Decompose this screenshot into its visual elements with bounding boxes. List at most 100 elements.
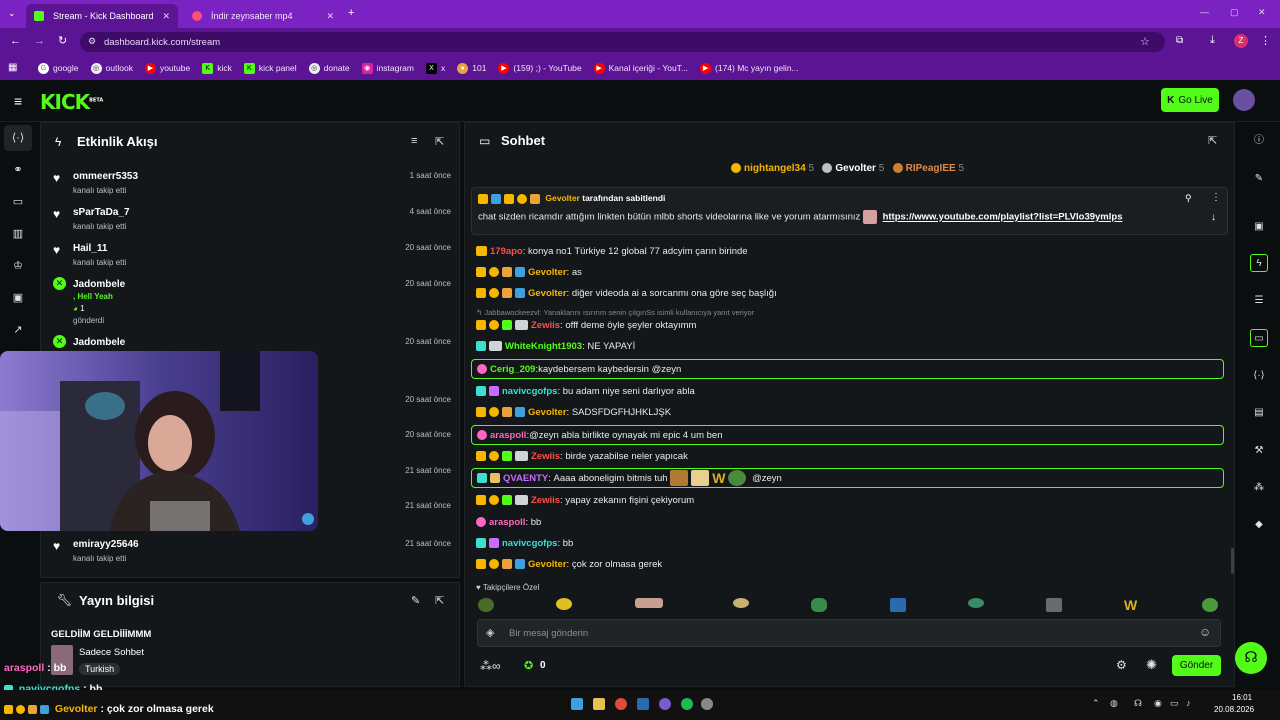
community-icon[interactable]: ⁂∞ (480, 659, 501, 673)
site-info-icon[interactable]: ⚙ (88, 36, 96, 47)
maximize-icon[interactable]: ▢ (1230, 7, 1239, 18)
shield-icon[interactable]: ◈ (486, 626, 494, 639)
badge-icon (489, 538, 499, 549)
bookmark-youtube-174[interactable]: ▶ (174) Mc yayın gelin... (694, 62, 805, 74)
badge-icon (502, 451, 512, 462)
bookmark-youtube[interactable]: ▶ youtube (139, 62, 196, 74)
chat-bubble-icon[interactable]: ▭ (1250, 329, 1268, 347)
minimize-icon[interactable]: — (1200, 7, 1209, 17)
steam-icon[interactable] (637, 698, 649, 710)
info-icon[interactable]: ⓘ (1250, 132, 1268, 150)
send-button[interactable]: Gönder (1172, 655, 1221, 676)
stream-category[interactable]: Sadece Sohbet (79, 647, 144, 658)
tab-kick-dashboard[interactable]: Stream - Kick Dashboard ✕ (26, 4, 178, 28)
reload-icon[interactable]: ↻ (58, 34, 67, 47)
bookmark-donate[interactable]: ◎ donate (303, 62, 356, 74)
edit-icon[interactable]: ✎ (411, 594, 420, 607)
popout-icon[interactable]: ⇱ (1208, 134, 1217, 147)
go-live-button[interactable]: K Go Live (1161, 88, 1219, 112)
bookmark-kick-panel[interactable]: Kkick panel (238, 62, 303, 74)
close-tab-icon[interactable]: ✕ (326, 11, 334, 22)
profile-avatar[interactable]: Z (1234, 34, 1248, 48)
trophy-icon[interactable]: ♔ (10, 258, 26, 274)
chrome-icon[interactable] (615, 698, 627, 710)
browser-window-icon[interactable]: ▭ (10, 194, 26, 210)
pin-icon[interactable]: ⚲ (1185, 193, 1192, 204)
emote-icon[interactable] (733, 598, 749, 608)
gift-icon[interactable]: ✺ (1146, 657, 1157, 673)
filter-icon[interactable]: ≡ (411, 135, 417, 147)
wrench-icon[interactable]: ⚒ (1250, 442, 1268, 460)
expand-icon[interactable]: ↓ (1211, 212, 1216, 223)
video-icon[interactable]: ▣ (10, 290, 26, 306)
video-icon[interactable]: ▣ (1250, 218, 1268, 236)
tray-chevron-icon[interactable]: ⌃ (1092, 698, 1100, 709)
emote-icon[interactable]: W (1124, 598, 1142, 612)
emote-icon[interactable] (478, 598, 494, 612)
popout-icon[interactable]: ⇱ (435, 135, 444, 148)
extensions-icon[interactable]: ⧉ (1176, 35, 1183, 46)
emote-icon[interactable] (635, 598, 663, 608)
bookmark-star-icon[interactable]: ☆ (1140, 35, 1150, 48)
emote-icon[interactable] (1046, 598, 1062, 612)
emoji-icon[interactable]: ☺ (1199, 625, 1211, 639)
chart-icon[interactable]: ↗ (10, 322, 26, 338)
chat-scrollbar[interactable] (1231, 548, 1234, 574)
bookmark-youtube-159[interactable]: ▶ (159) ;) - YouTube (492, 62, 587, 74)
bookmark-instagram[interactable]: ◉ instagram (356, 62, 420, 74)
pinned-message: Gevolter tarafından sabitlendi chat sizd… (471, 187, 1228, 235)
apps-grid-icon[interactable]: ▦ (8, 62, 17, 73)
settings-gear-icon[interactable]: ⚙ (1116, 658, 1127, 672)
bookmark-kanal-icerigi[interactable]: ▶ Kanal içeriği - YouT... (588, 62, 694, 74)
network-icon[interactable]: ▭ (1170, 698, 1179, 709)
discord-tray-icon[interactable]: ◉ (1154, 698, 1162, 709)
download-icon[interactable]: ⤓ (1210, 34, 1215, 47)
popout-icon[interactable]: ⇱ (435, 594, 444, 607)
close-window-icon[interactable]: ✕ (1258, 7, 1266, 18)
close-tab-icon[interactable]: ✕ (162, 11, 170, 22)
start-icon[interactable] (571, 698, 583, 710)
edit-icon[interactable]: ✎ (1250, 170, 1268, 188)
bookmark-101[interactable]: ● 101 (451, 62, 492, 74)
bookmark-x[interactable]: Xx (420, 62, 451, 74)
tab-list-icon[interactable]: ⌄ (8, 8, 16, 19)
forward-icon[interactable]: → (34, 35, 45, 47)
help-icon[interactable]: ☊ (1235, 642, 1267, 674)
hamburger-menu-icon[interactable]: ≡ (14, 93, 22, 109)
tab-indir[interactable]: İndir zeynsaber mp4 ✕ (184, 4, 342, 28)
back-icon[interactable]: ← (10, 35, 21, 47)
bookmark-google[interactable]: Ggoogle (32, 62, 85, 74)
file-explorer-icon[interactable] (593, 698, 605, 710)
badge-icon (478, 193, 488, 204)
kick-logo[interactable]: KICKBETA (40, 90, 103, 114)
broadcast-icon[interactable]: ⟨·⟩ (1250, 367, 1268, 385)
new-tab-icon[interactable]: + (348, 7, 354, 19)
pinned-link[interactable]: https://www.youtube.com/playlist?list=PL… (883, 212, 1123, 223)
app-icon[interactable] (701, 698, 713, 710)
broadcast-icon[interactable]: ⟨·⟩ (10, 130, 26, 146)
spotify-icon[interactable] (681, 698, 693, 710)
bookmark-outlook[interactable]: ◎ outlook (85, 62, 139, 74)
address-bar[interactable]: ⚙ dashboard.kick.com/stream ☆ (80, 32, 1165, 52)
printer-icon[interactable]: ▤ (1250, 404, 1268, 422)
steam-tray-icon[interactable]: ◍ (1110, 698, 1118, 709)
discord-icon[interactable] (659, 698, 671, 710)
bookmark-kick[interactable]: Kkick (196, 62, 238, 74)
emote-icon[interactable] (890, 598, 906, 612)
user-avatar[interactable] (1233, 89, 1255, 111)
chat-input[interactable]: ◈ Bir mesaj gönderin ☺ (477, 619, 1221, 647)
more-options-icon[interactable]: ⋮ (1211, 192, 1221, 203)
emote-icon[interactable] (968, 598, 984, 608)
link-icon[interactable]: ⚭ (10, 162, 26, 178)
ticket-icon[interactable]: ◆ (1250, 516, 1268, 534)
menu-dots-icon[interactable]: ⋮ (1260, 34, 1271, 47)
community-icon[interactable]: ⁂ (1250, 479, 1268, 497)
lightning-icon[interactable]: ϟ (1250, 254, 1268, 272)
emote-icon[interactable] (1202, 598, 1218, 612)
volume-icon[interactable]: ♪ (1186, 698, 1191, 708)
analytics-icon[interactable]: ▥ (10, 226, 26, 242)
list-icon[interactable]: ☰ (1250, 292, 1268, 310)
headset-icon[interactable]: ☊ (1134, 698, 1142, 709)
emote-icon[interactable] (811, 598, 827, 612)
emote-icon[interactable] (556, 598, 572, 610)
